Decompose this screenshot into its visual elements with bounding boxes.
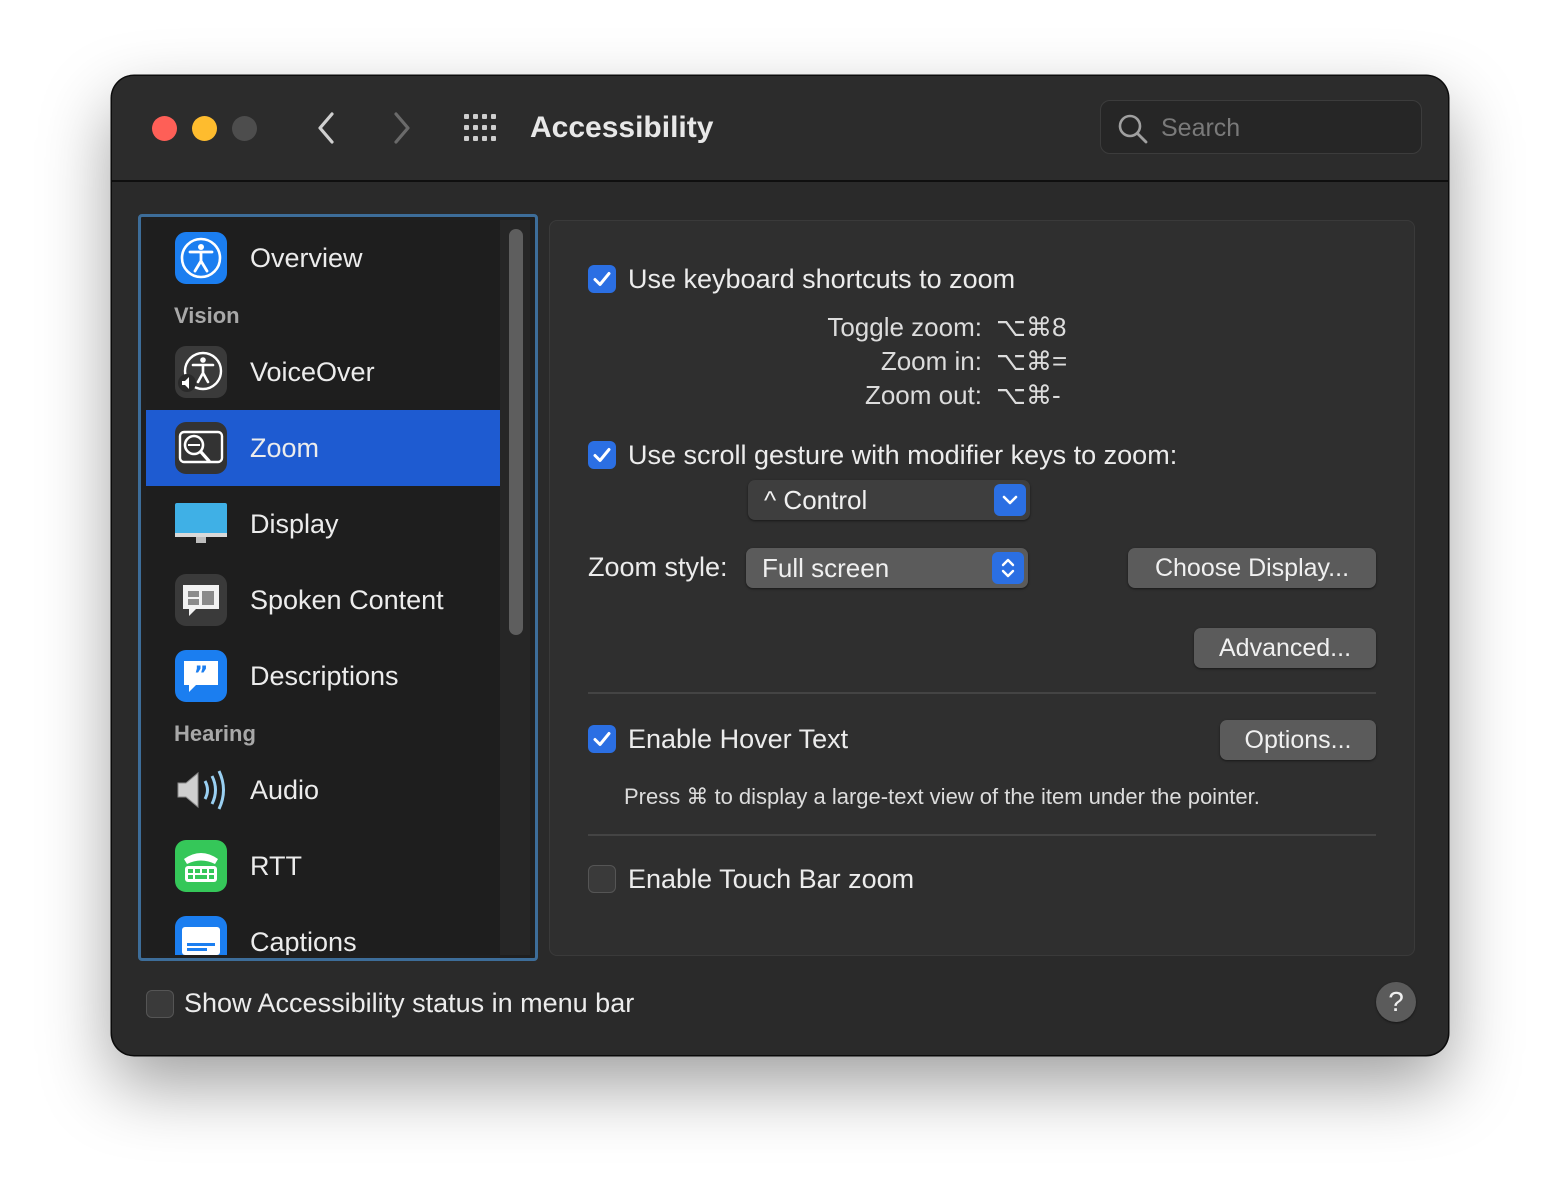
quote-bubble-icon: ” <box>174 649 228 703</box>
sidebar-item-display[interactable]: Display <box>146 486 500 562</box>
keyboard-shortcuts-checkbox[interactable] <box>588 265 616 293</box>
sidebar-item-label: Zoom <box>250 433 320 463</box>
sidebar-item-spoken-content[interactable]: Spoken Content <box>146 562 500 638</box>
show-all-button[interactable] <box>462 112 502 144</box>
zoom-settings-pane: Use keyboard shortcuts to zoom Toggle zo… <box>549 220 1415 956</box>
display-icon <box>174 497 228 551</box>
tty-phone-icon <box>174 839 228 893</box>
zoom-style-value: Full screen <box>762 553 890 583</box>
sidebar-item-descriptions[interactable]: ” Descriptions <box>146 638 500 714</box>
sidebar: Overview Vision VoiceOver Zoom Display S… <box>138 214 538 961</box>
sidebar-item-label: Spoken Content <box>250 585 444 615</box>
window-title: Accessibility <box>530 111 714 144</box>
checkmark-icon <box>593 732 611 746</box>
shortcut-zoom-out-label: Zoom out: <box>864 380 982 410</box>
shortcut-zoom-in-keys: ⌥⌘= <box>996 346 1068 376</box>
sidebar-item-overview[interactable]: Overview <box>146 220 500 296</box>
help-button[interactable]: ? <box>1376 982 1416 1022</box>
zoom-window-button[interactable] <box>232 116 257 141</box>
touch-bar-zoom-checkbox[interactable] <box>588 865 616 893</box>
sidebar-item-voiceover[interactable]: VoiceOver <box>146 334 500 410</box>
sidebar-item-label: Display <box>250 509 339 539</box>
svg-text:”: ” <box>194 663 208 688</box>
sidebar-section-hearing: Hearing <box>174 721 256 746</box>
advanced-button[interactable]: Advanced... <box>1194 628 1376 668</box>
search-input[interactable] <box>1159 111 1413 145</box>
modifier-key-select[interactable]: ^ Control <box>748 480 1030 520</box>
section-divider <box>588 692 1376 694</box>
voiceover-icon <box>174 345 228 399</box>
zoom-style-label: Zoom style: <box>588 552 728 582</box>
sidebar-item-label: Audio <box>250 775 320 805</box>
shortcut-toggle-zoom-label: Toggle zoom: <box>827 312 982 342</box>
chevron-left-icon <box>318 112 334 144</box>
sidebar-item-label: Captions <box>250 927 357 955</box>
section-divider <box>588 834 1376 836</box>
shortcut-zoom-out-keys: ⌥⌘- <box>996 380 1061 410</box>
modifier-key-value: ^ Control <box>764 485 868 515</box>
checkmark-icon <box>593 448 611 462</box>
checkmark-icon <box>593 272 611 286</box>
shortcut-toggle-zoom-keys: ⌥⌘8 <box>996 312 1067 342</box>
search-field[interactable] <box>1100 100 1422 154</box>
captions-icon <box>174 915 228 955</box>
chevron-right-icon <box>394 112 410 144</box>
sidebar-item-audio[interactable]: Audio <box>146 752 500 828</box>
sidebar-item-rtt[interactable]: RTT <box>146 828 500 904</box>
sidebar-item-label: Descriptions <box>250 661 399 691</box>
hover-text-options-button[interactable]: Options... <box>1220 720 1376 760</box>
accessibility-icon <box>174 231 228 285</box>
shortcut-zoom-in-label: Zoom in: <box>880 346 982 376</box>
sidebar-item-captions[interactable]: Captions <box>146 904 500 955</box>
zoom-style-select[interactable]: Full screen <box>746 548 1028 588</box>
minimize-window-button[interactable] <box>192 116 217 141</box>
sidebar-item-label: VoiceOver <box>250 357 375 387</box>
scroll-gesture-checkbox[interactable] <box>588 441 616 469</box>
sidebar-item-label: Overview <box>250 243 363 273</box>
hover-text-label: Enable Hover Text <box>628 724 849 754</box>
show-status-label: Show Accessibility status in menu bar <box>184 988 635 1018</box>
scroll-gesture-label: Use scroll gesture with modifier keys to… <box>628 440 1178 470</box>
hover-text-checkbox[interactable] <box>588 725 616 753</box>
sidebar-item-label: RTT <box>250 851 302 881</box>
chevron-down-icon <box>994 484 1026 516</box>
show-status-checkbox[interactable] <box>146 990 174 1018</box>
touch-bar-zoom-label: Enable Touch Bar zoom <box>628 864 915 894</box>
sidebar-list: Overview Vision VoiceOver Zoom Display S… <box>146 220 500 955</box>
search-icon <box>1118 114 1148 144</box>
keyboard-shortcuts-label: Use keyboard shortcuts to zoom <box>628 264 1016 294</box>
hover-text-hint: Press ⌘ to display a large-text view of … <box>624 784 1260 809</box>
choose-display-button[interactable]: Choose Display... <box>1128 548 1376 588</box>
sidebar-item-zoom[interactable]: Zoom <box>146 410 500 486</box>
title-bar: Accessibility <box>112 76 1448 182</box>
forward-button[interactable] <box>382 106 422 150</box>
speaker-icon <box>174 763 228 817</box>
back-button[interactable] <box>308 106 348 150</box>
system-preferences-window: Accessibility Overview <box>112 76 1448 1055</box>
sidebar-scrollbar-thumb[interactable] <box>509 229 523 635</box>
sidebar-section-vision: Vision <box>174 303 240 328</box>
zoom-icon <box>174 421 228 475</box>
up-down-chevron-icon <box>992 552 1024 584</box>
close-window-button[interactable] <box>152 116 177 141</box>
grid-icon <box>464 114 496 141</box>
speech-bubble-icon <box>174 573 228 627</box>
